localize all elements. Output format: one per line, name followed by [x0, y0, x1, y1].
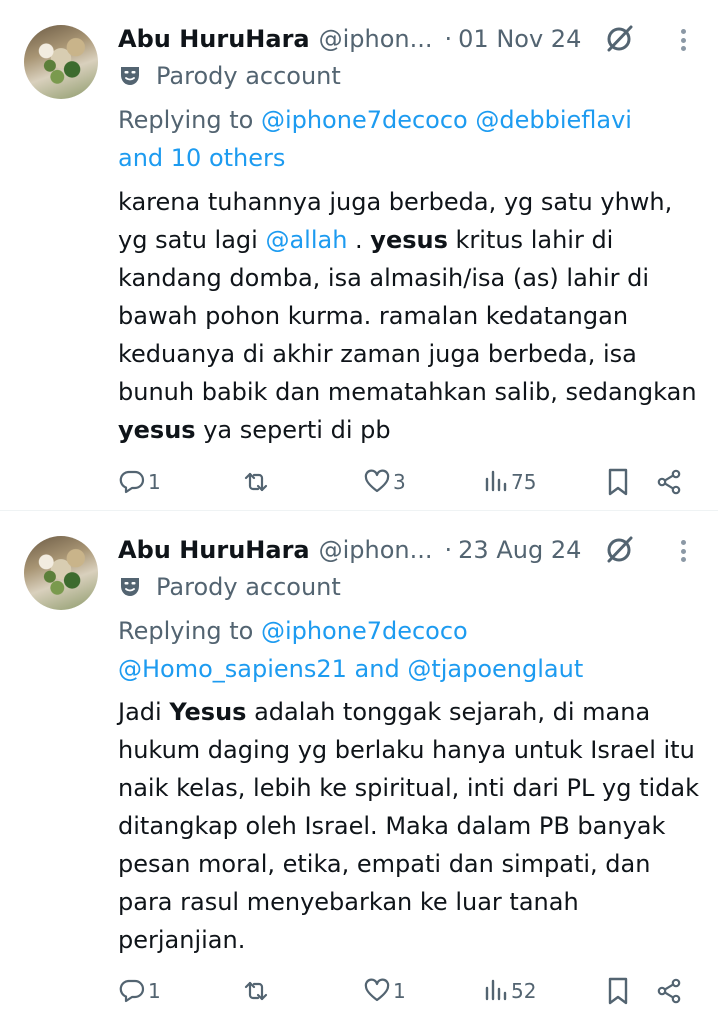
reply-icon [119, 979, 145, 1003]
text-segment: Jadi [118, 698, 170, 726]
share-icon [657, 469, 681, 495]
author-name[interactable]: Abu HuruHara [118, 25, 310, 53]
replying-others[interactable]: and 10 others [118, 144, 285, 172]
tweet-1[interactable]: Abu HuruHara @iphon... · 01 Nov 24 Parod… [0, 0, 718, 510]
action-bar: 1 1 52 [118, 975, 688, 1007]
text-segment: . [347, 226, 371, 254]
views-chart-icon [485, 979, 507, 1001]
like-button[interactable]: 1 [363, 975, 406, 1007]
parody-label: Parody account [156, 62, 341, 90]
replying-to: Replying to @iphone7decoco @Homo_sapiens… [118, 612, 698, 688]
reply-icon [119, 470, 145, 494]
more-vertical-icon[interactable] [671, 26, 695, 54]
replying-mentions[interactable]: @iphone7decoco @debbieflavi [261, 106, 632, 134]
bookmark-icon [608, 468, 628, 496]
replying-prefix: Replying to [118, 617, 261, 645]
highlighted-word: yesus [370, 226, 448, 254]
replying-to: Replying to @iphone7decoco @debbieflavi … [118, 101, 698, 177]
grok-slash-icon[interactable] [603, 534, 635, 566]
replying-prefix: Replying to [118, 106, 261, 134]
separator-dot: · [444, 536, 453, 564]
views-count: 75 [511, 470, 537, 494]
parody-badge: Parody account [118, 571, 341, 603]
author-name[interactable]: Abu HuruHara [118, 536, 310, 564]
share-icon [657, 978, 681, 1004]
tweet-text: karena tuhannya juga berbeda, yg satu yh… [118, 183, 703, 449]
action-bar: 1 3 75 [118, 466, 688, 498]
tweet-text: Jadi Yesus adalah tonggak sejarah, di ma… [118, 693, 703, 959]
views-count: 52 [511, 979, 537, 1003]
theater-mask-icon [121, 67, 139, 85]
like-button[interactable]: 3 [363, 466, 406, 498]
separator-dot: · [444, 25, 453, 53]
like-count: 3 [393, 470, 406, 494]
tweet-date[interactable]: 01 Nov 24 [458, 25, 581, 53]
text-segment: adalah tonggak sejarah, di mana hukum da… [118, 698, 700, 954]
replying-mentions[interactable]: @iphone7decoco [261, 617, 468, 645]
views-button[interactable]: 75 [483, 466, 536, 498]
reply-count: 1 [148, 979, 161, 1003]
more-vertical-icon[interactable] [671, 537, 695, 565]
grok-slash-icon[interactable] [603, 23, 635, 55]
author-handle[interactable]: @iphon... [319, 536, 433, 564]
bookmark-button[interactable] [605, 466, 631, 498]
parody-label: Parody account [156, 573, 341, 601]
heart-icon [364, 469, 390, 493]
mention-link[interactable]: @allah [265, 226, 347, 254]
reply-button[interactable]: 1 [118, 466, 161, 498]
theater-mask-icon [121, 578, 139, 596]
reply-button[interactable]: 1 [118, 975, 161, 1007]
avatar[interactable] [24, 536, 98, 610]
repost-button[interactable] [242, 975, 272, 1007]
tweet-header: Abu HuruHara @iphon... · 23 Aug 24 [118, 533, 581, 567]
tweet-2[interactable]: Abu HuruHara @iphon... · 23 Aug 24 Parod… [0, 511, 718, 1023]
parody-badge: Parody account [118, 60, 341, 92]
author-handle[interactable]: @iphon... [319, 25, 433, 53]
tweet-header: Abu HuruHara @iphon... · 01 Nov 24 [118, 22, 581, 56]
avatar[interactable] [24, 25, 98, 99]
reply-count: 1 [148, 470, 161, 494]
views-chart-icon [485, 470, 507, 492]
heart-icon [364, 978, 390, 1002]
share-button[interactable] [655, 466, 683, 498]
share-button[interactable] [655, 975, 683, 1007]
repost-icon [244, 981, 268, 1001]
bookmark-icon [608, 977, 628, 1005]
text-segment: ya seperti di pb [195, 416, 391, 444]
like-count: 1 [393, 979, 406, 1003]
replying-others[interactable]: @Homo_sapiens21 and @tjapoenglaut [118, 655, 583, 683]
highlighted-word: yesus [118, 416, 196, 444]
highlighted-word: Yesus [169, 698, 247, 726]
views-button[interactable]: 52 [483, 975, 536, 1007]
tweet-date[interactable]: 23 Aug 24 [458, 536, 581, 564]
repost-button[interactable] [242, 466, 272, 498]
repost-icon [244, 472, 268, 492]
bookmark-button[interactable] [605, 975, 631, 1007]
